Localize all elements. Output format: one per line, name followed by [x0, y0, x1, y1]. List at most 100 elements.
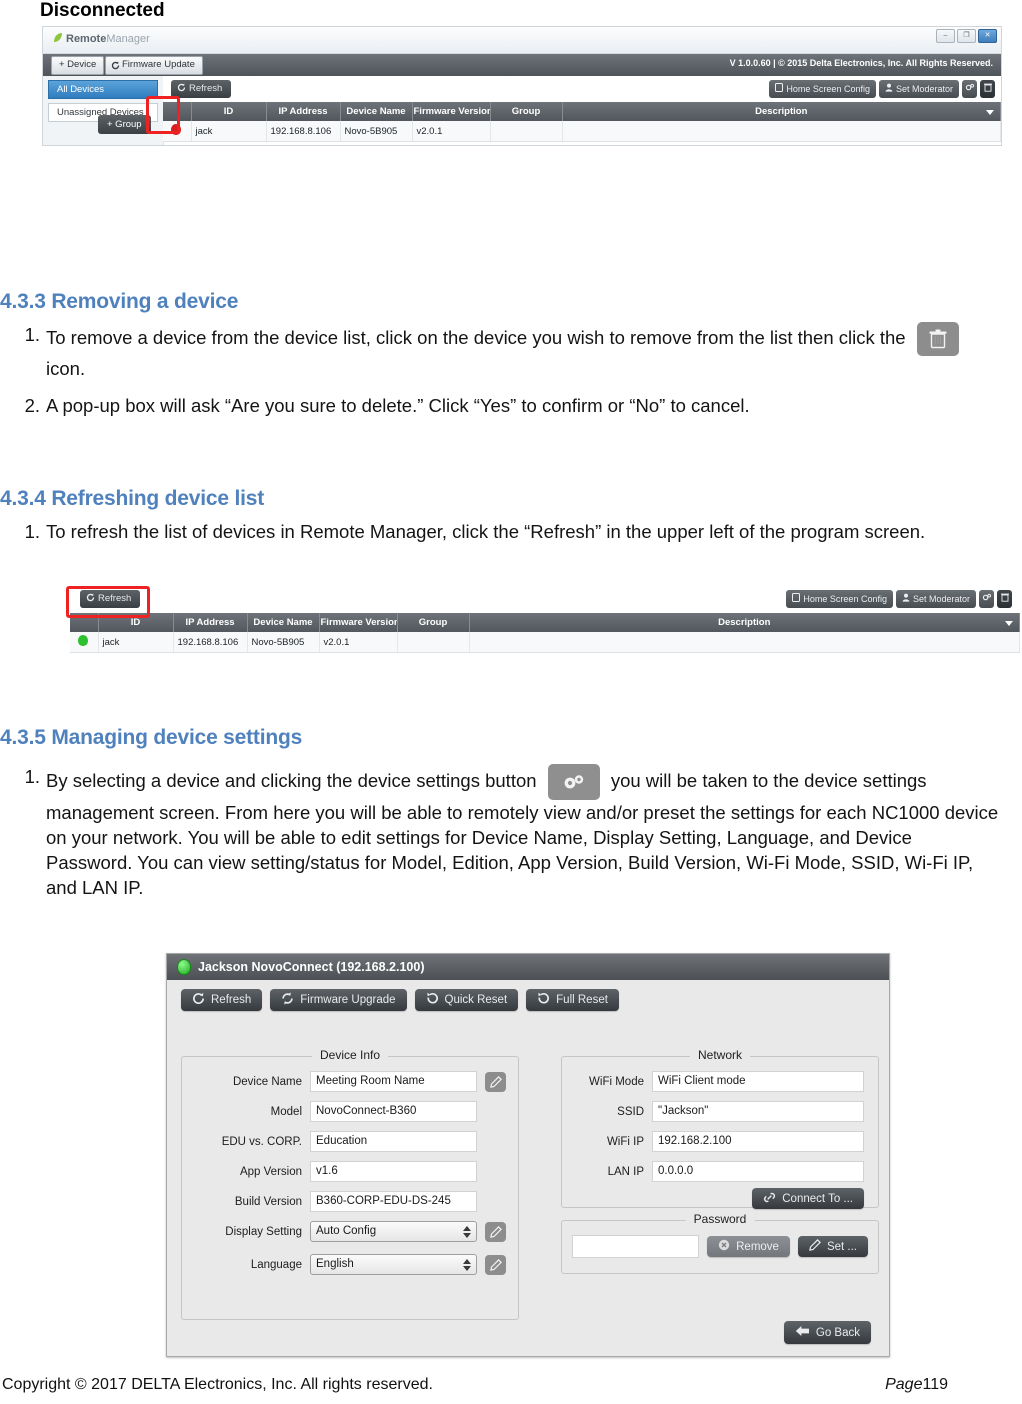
firmware-upgrade-button[interactable]: Firmware Upgrade — [270, 989, 407, 1011]
settings-gear-button[interactable] — [962, 80, 977, 98]
col-status[interactable] — [70, 613, 99, 632]
refresh-icon — [86, 591, 95, 609]
delete-trash-button[interactable] — [980, 80, 995, 98]
edit-device-name-button[interactable] — [485, 1071, 506, 1092]
col-description[interactable]: Description — [469, 613, 1020, 632]
sidebar-item-all-devices[interactable]: All Devices — [48, 80, 158, 99]
device-name-input[interactable]: Meeting Room Name — [310, 1071, 477, 1092]
window-controls[interactable]: – ❐ ✕ — [936, 29, 997, 43]
steps-list: 1. By selecting a device and clicking th… — [0, 764, 1000, 900]
rm-version-text: V 1.0.0.60 | © 2015 Delta Electronics, I… — [729, 58, 993, 68]
refresh-label: Refresh — [189, 83, 223, 94]
col-ip-address[interactable]: IP Address — [173, 613, 248, 632]
home-screen-config-button[interactable]: Home Screen Config — [769, 80, 876, 98]
trash-icon[interactable] — [916, 322, 959, 356]
list-item: 1. To refresh the list of devices in Rem… — [25, 519, 1000, 544]
gears-icon[interactable] — [547, 764, 600, 800]
edit-display-setting-button[interactable] — [485, 1221, 506, 1242]
status-connected-icon — [177, 959, 191, 975]
remote-manager-screenshot-refresh: Refresh Home Screen Config Set Moderator — [70, 585, 1020, 695]
col-device-name[interactable]: Device Name — [340, 102, 413, 121]
refresh-button[interactable]: Refresh — [181, 989, 263, 1011]
rm-toolbar: Refresh Home Screen Config Set Moderator — [163, 76, 1001, 102]
col-firmware-version[interactable]: Firmware Version — [319, 613, 398, 632]
list-number: 2. — [24, 395, 40, 416]
add-device-button[interactable]: + Device — [51, 56, 105, 75]
col-ip-address[interactable]: IP Address — [266, 102, 341, 121]
dialog-titlebar: Jackson NovoConnect (192.168.2.100) — [167, 954, 889, 980]
maximize-icon[interactable]: ❐ — [957, 29, 976, 43]
go-back-button[interactable]: Go Back — [783, 1321, 871, 1344]
col-group[interactable]: Group — [490, 102, 563, 121]
full-reset-label: Full Reset — [556, 994, 608, 1006]
spinner-icon[interactable] — [463, 1258, 471, 1271]
rm-content: Refresh Home Screen Config Set Moderator — [70, 585, 1020, 674]
cell-group — [490, 121, 563, 142]
cell-description — [562, 121, 1001, 142]
table-row[interactable]: jack 192.168.8.106 Novo-5B905 v2.0.1 — [70, 632, 1020, 653]
field-label: App Version — [239, 1165, 302, 1178]
link-icon — [763, 1191, 776, 1207]
chevron-down-icon[interactable] — [1005, 618, 1013, 629]
quick-reset-button[interactable]: Quick Reset — [414, 989, 519, 1011]
col-id[interactable]: ID — [191, 102, 267, 121]
list-number: 1. — [24, 766, 40, 787]
remote-manager-screenshot-disconnected: RemoteManager – ❐ ✕ + Device Firmware Up… — [42, 26, 1002, 146]
remove-password-label: Remove — [736, 1240, 779, 1253]
refresh-button[interactable]: Refresh — [80, 590, 141, 609]
set-password-button[interactable]: Set ... — [797, 1236, 868, 1257]
home-screen-config-label: Home Screen Config — [786, 84, 870, 94]
steps-list: 1. To refresh the list of devices in Rem… — [0, 519, 1000, 544]
refresh-button[interactable]: Refresh — [171, 80, 232, 98]
cell-description — [469, 632, 1020, 653]
chevron-down-icon[interactable] — [986, 107, 994, 118]
full-reset-button[interactable]: Full Reset — [526, 989, 619, 1011]
monitor-icon — [792, 590, 801, 608]
home-screen-config-button[interactable]: Home Screen Config — [786, 590, 893, 608]
col-firmware-version[interactable]: Firmware Version — [412, 102, 491, 121]
user-icon — [902, 590, 910, 608]
firmware-update-button[interactable]: Firmware Update — [105, 56, 203, 75]
cell-firmware: v2.0.1 — [319, 632, 398, 653]
arrow-left-icon — [795, 1325, 810, 1340]
dialog-title: Jackson NovoConnect (192.168.2.100) — [198, 960, 425, 974]
rm-titlebar: RemoteManager – ❐ ✕ — [43, 27, 1001, 54]
section-heading: 4.3.3 Removing a device — [0, 290, 239, 313]
refresh-icon — [192, 992, 205, 1008]
remove-password-button[interactable]: Remove — [707, 1236, 790, 1257]
cell-device-name: Novo-5B905 — [340, 121, 413, 142]
set-moderator-label: Set Moderator — [895, 84, 953, 94]
table-row[interactable]: jack 192.168.8.106 Novo-5B905 v2.0.1 — [163, 121, 1001, 142]
add-group-button[interactable]: + Group — [98, 115, 151, 134]
home-screen-config-label: Home Screen Config — [803, 594, 887, 604]
col-group[interactable]: Group — [397, 613, 470, 632]
delete-trash-button[interactable] — [997, 590, 1012, 608]
col-id[interactable]: ID — [98, 613, 174, 632]
language-select[interactable]: English — [310, 1254, 477, 1275]
display-setting-select[interactable]: Auto Config — [310, 1221, 477, 1242]
settings-gear-button[interactable] — [979, 590, 994, 608]
col-description[interactable]: Description — [562, 102, 1001, 121]
field-label: Display Setting — [225, 1225, 302, 1238]
minimize-icon[interactable]: – — [936, 29, 955, 43]
cell-id: jack — [98, 632, 174, 653]
disconnected-caption: Disconnected — [40, 0, 165, 21]
status-cell — [70, 632, 99, 653]
field-label: SSID — [617, 1105, 644, 1118]
connect-to-button[interactable]: Connect To ... — [752, 1188, 864, 1209]
rm-menubar: + Device Firmware Update V 1.0.0.60 | © … — [43, 54, 1001, 76]
col-device-name[interactable]: Device Name — [247, 613, 320, 632]
spinner-icon[interactable] — [463, 1225, 471, 1238]
close-icon[interactable]: ✕ — [978, 29, 997, 43]
edit-language-button[interactable] — [485, 1254, 506, 1275]
device-settings-dialog: Jackson NovoConnect (192.168.2.100) Refr… — [166, 953, 890, 1357]
set-moderator-button[interactable]: Set Moderator — [895, 590, 976, 608]
password-legend: Password — [685, 1212, 755, 1226]
password-input[interactable] — [572, 1235, 700, 1258]
reset-icon — [537, 992, 550, 1008]
rm-toolbar: Refresh Home Screen Config Set Moderator — [70, 585, 1020, 613]
field-lan-ip: LAN IP 0.0.0.0 — [570, 1161, 864, 1182]
set-moderator-button[interactable]: Set Moderator — [878, 80, 959, 98]
col-status[interactable] — [163, 102, 192, 121]
cell-id: jack — [191, 121, 267, 142]
